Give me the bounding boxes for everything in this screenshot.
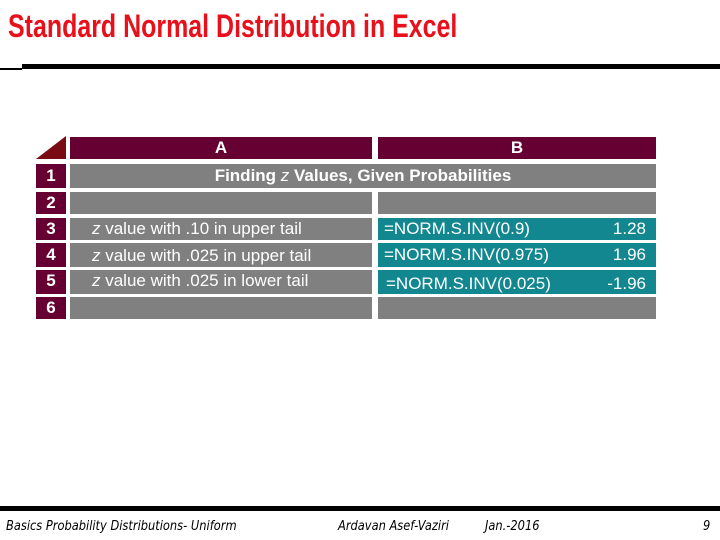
column-header-a[interactable]: A: [70, 137, 372, 159]
title-divider: [22, 64, 720, 69]
result-value: 1.96: [612, 245, 646, 264]
cell-b6[interactable]: [378, 297, 656, 319]
cell-b3[interactable]: =NORM.S.INV(0.9) 1.28: [378, 218, 656, 240]
row-header-6[interactable]: 6: [36, 297, 66, 319]
cell-b4[interactable]: =NORM.S.INV(0.975) 1.96: [378, 243, 656, 267]
cell-b2[interactable]: [378, 192, 656, 214]
column-header-b[interactable]: B: [378, 137, 656, 159]
footer-author: Ardavan Asef-Vaziri: [338, 519, 449, 534]
cell-a1-merged[interactable]: Finding z Values, Given Probabilities: [70, 164, 656, 188]
z-label: z: [92, 271, 101, 290]
result-value: 1.28: [612, 219, 646, 238]
cell-a5-text: value with .025 in lower tail: [100, 271, 309, 290]
row-header-2[interactable]: 2: [36, 192, 66, 214]
row-header-4[interactable]: 4: [36, 243, 66, 267]
footer-divider: [0, 506, 720, 511]
title-prefix: Finding: [214, 166, 281, 185]
title-suffix: Values, Given Probabilities: [289, 166, 512, 185]
select-all-corner[interactable]: [36, 136, 66, 159]
row-header-1[interactable]: 1: [36, 164, 66, 188]
formula-text: =NORM.S.INV(0.025): [386, 274, 551, 293]
cell-a5[interactable]: z value with .025 in lower tail: [70, 270, 372, 294]
cell-a3-text: value with .10 in upper tail: [100, 219, 302, 238]
page-number: 9: [703, 519, 711, 534]
result-value: -1.96: [607, 274, 646, 293]
formula-text: =NORM.S.INV(0.9): [384, 219, 530, 238]
title-z: z: [280, 166, 290, 185]
cell-b5[interactable]: =NORM.S.INV(0.025) -1.96: [378, 270, 656, 294]
cell-a4-text: value with .025 in upper tail: [100, 246, 312, 265]
title-divider-stub: [0, 68, 22, 70]
row-header-3[interactable]: 3: [36, 218, 66, 240]
z-label: z: [92, 246, 101, 265]
cell-a6[interactable]: [70, 297, 372, 319]
z-label: z: [92, 219, 101, 238]
footer-course: Basics Probability Distributions- Unifor…: [6, 519, 237, 534]
footer-date: Jan.-2016: [485, 519, 540, 534]
formula-text: =NORM.S.INV(0.975): [384, 245, 549, 264]
cell-a3[interactable]: z value with .10 in upper tail: [70, 218, 372, 240]
cell-a2[interactable]: [70, 192, 372, 214]
cell-a4[interactable]: z value with .025 in upper tail: [70, 243, 372, 267]
row-header-5[interactable]: 5: [36, 270, 66, 294]
slide-title: Standard Normal Distribution in Excel: [8, 8, 458, 44]
